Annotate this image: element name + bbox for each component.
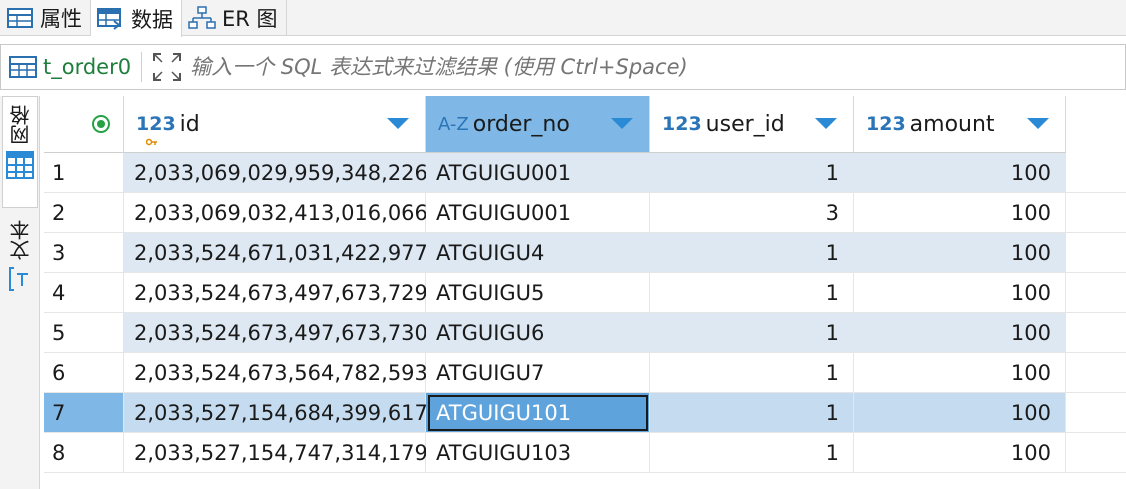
cell-id[interactable]: 2,033,524,673,564,782,593 [124,353,428,393]
empty-grid-area [1066,233,1126,273]
cell-order-no[interactable]: ATGUIGU7 [426,353,650,393]
sort-filter-dropdown-icon[interactable] [387,118,409,129]
tab-data-label: 数据 [131,7,173,32]
empty-grid-area [1066,393,1126,433]
cell-amount[interactable]: 100 [854,153,1066,193]
er-diagram-icon [188,6,216,30]
select-all-icon[interactable] [91,114,111,140]
cell-amount[interactable]: 100 [854,353,1066,393]
sort-filter-dropdown-icon[interactable] [815,118,837,129]
properties-icon [6,6,34,30]
cell-id[interactable]: 2,033,524,673,497,673,729 [124,273,428,313]
view-switcher-panel: 网格 文本 [0,96,40,489]
column-header-amount[interactable]: 123 amount [854,96,1066,153]
row-number[interactable]: 5 [44,313,124,353]
tab-er-diagram-label: ER 图 [222,7,278,31]
cell-id[interactable]: 2,033,524,671,031,422,977 [124,233,428,273]
tab-properties[interactable]: 属性 [0,0,91,36]
text-view-tab[interactable]: 文本 [2,220,38,320]
table-icon [9,55,39,79]
key-icon [145,127,158,152]
column-name: amount [909,111,995,137]
cell-id[interactable]: 2,033,069,029,959,348,226 [124,153,428,193]
cell-amount[interactable]: 100 [854,313,1066,353]
empty-grid-area [1066,193,1126,233]
cell-id[interactable]: 2,033,069,032,413,016,066 [124,193,428,233]
data-grid-icon [97,7,125,31]
cell-order-no[interactable]: ATGUIGU001 [426,193,650,233]
grid-view-icon [6,151,34,183]
empty-grid-area [1066,353,1126,393]
cell-id[interactable]: 2,033,527,154,747,314,179 [124,433,428,473]
cell-user-id[interactable]: 1 [650,313,854,353]
text-view-icon [8,266,32,296]
cell-user-id[interactable]: 1 [650,153,854,193]
tab-properties-label: 属性 [40,7,82,31]
row-number[interactable]: 7 [44,393,124,433]
cell-user-id[interactable]: 1 [650,273,854,313]
cell-amount[interactable]: 100 [854,433,1066,473]
table-name[interactable]: t_order0 [43,55,131,79]
numeric-type-icon: 123 [866,113,906,135]
cell-order-no[interactable]: ATGUIGU103 [426,433,650,473]
cell-amount[interactable]: 100 [854,233,1066,273]
grid-corner-header[interactable] [44,96,124,153]
cell-user-id[interactable]: 1 [650,393,854,433]
grid-view-tab[interactable]: 网格 [2,96,38,208]
empty-grid-area [1066,313,1126,353]
cell-id[interactable]: 2,033,524,673,497,673,730 [124,313,428,353]
cell-user-id[interactable]: 1 [650,433,854,473]
filter-bar: t_order0 [0,44,1126,90]
empty-grid-area [1066,273,1126,313]
column-header-user-id[interactable]: 123 user_id [650,96,854,153]
cell-order-no[interactable]: ATGUIGU4 [426,233,650,273]
cell-amount[interactable]: 100 [854,193,1066,233]
row-number[interactable]: 2 [44,193,124,233]
grid-view-label: 网格 [8,105,33,145]
string-type-icon: A-Z [438,113,469,135]
column-name: user_id [705,111,785,137]
column-header-order-no[interactable]: A-Z order_no [426,96,650,153]
row-number[interactable]: 6 [44,353,124,393]
cell-order-no[interactable]: ATGUIGU5 [426,273,650,313]
tab-er-diagram[interactable]: ER 图 [182,0,287,36]
cell-user-id[interactable]: 1 [650,233,854,273]
filter-expression-input[interactable] [190,55,1071,79]
sort-filter-dropdown-icon[interactable] [1027,118,1049,129]
row-number[interactable]: 3 [44,233,124,273]
tab-data[interactable]: 数据 [91,0,182,37]
cell-amount[interactable]: 100 [854,393,1066,433]
cell-order-no[interactable]: ATGUIGU101 [426,393,650,433]
cell-order-no[interactable]: ATGUIGU6 [426,313,650,353]
cell-order-no[interactable]: ATGUIGU001 [426,153,650,193]
cell-user-id[interactable]: 1 [650,353,854,393]
numeric-type-icon: 123 [662,113,702,135]
row-number[interactable]: 8 [44,433,124,473]
editor-tab-strip: 属性 数据 ER 图 [0,0,1126,37]
column-name: order_no [472,111,570,137]
row-number[interactable]: 1 [44,153,124,193]
cell-id[interactable]: 2,033,527,154,684,399,617 [124,393,428,433]
expand-icon[interactable] [150,50,184,84]
empty-grid-area [1066,433,1126,473]
column-name: id [179,111,200,137]
row-number[interactable]: 4 [44,273,124,313]
cell-amount[interactable]: 100 [854,273,1066,313]
column-header-id[interactable]: 123 id [124,96,426,153]
text-view-label: 文本 [8,220,33,260]
empty-grid-area [1066,153,1126,193]
sort-filter-dropdown-icon[interactable] [611,118,633,129]
divider [141,52,143,82]
cell-user-id[interactable]: 3 [650,193,854,233]
